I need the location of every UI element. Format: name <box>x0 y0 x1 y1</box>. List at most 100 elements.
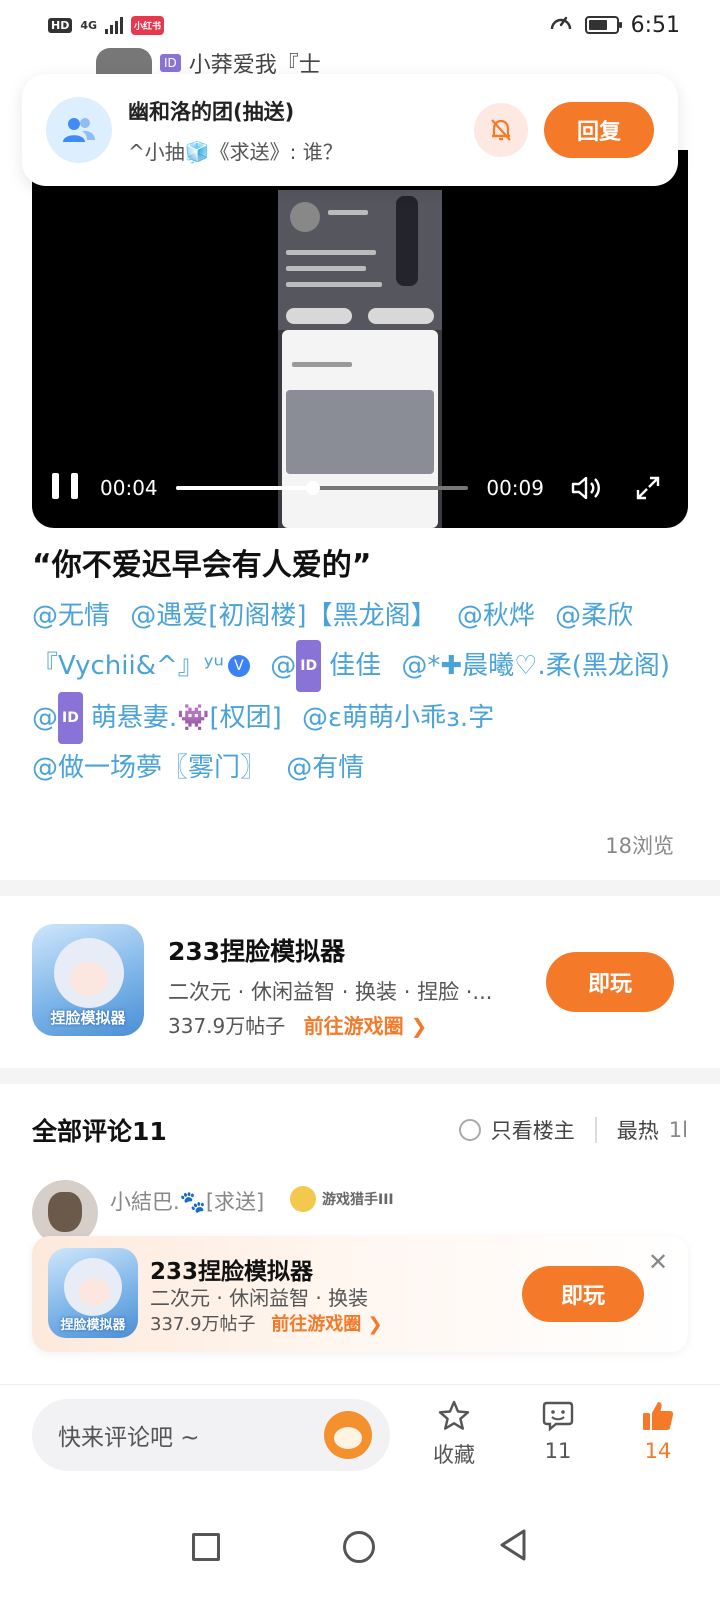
sort-truncated: 1l <box>668 1118 688 1142</box>
mention-text: 萌悬妻.👾[权团] <box>90 702 282 733</box>
banner-game-name: 233捏脸模拟器 <box>150 1259 314 1285</box>
mention-link[interactable]: @无情 <box>32 601 110 631</box>
like-count: 14 <box>644 1439 672 1463</box>
seek-handle[interactable] <box>306 481 321 495</box>
bottom-action-bar: 快来评论吧 ~ 收藏 11 14 <box>0 1384 720 1494</box>
mute-bell-icon[interactable] <box>474 103 528 157</box>
level-badge-icon <box>290 1186 316 1212</box>
pause-icon[interactable] <box>52 473 78 503</box>
game-post-count: 337.9万帖子 <box>168 1014 286 1038</box>
banner-circle-link[interactable]: 前往游戏圈 ❯ <box>271 1314 382 1335</box>
comment-bubble-icon <box>542 1401 574 1432</box>
status-left: HD 4G 小红书 <box>48 15 165 35</box>
volume-icon[interactable] <box>566 468 606 508</box>
fullscreen-icon[interactable] <box>628 468 668 508</box>
mention-text: @做一场夢〖雾门〗 <box>32 753 267 783</box>
mention-text: @秋烨 <box>456 601 535 631</box>
comment-filters: 只看楼主 最热 1l <box>458 1115 688 1145</box>
mention-text: @遇爱[初阁楼]【黑龙阁】 <box>130 601 437 631</box>
back-icon[interactable] <box>498 1528 528 1566</box>
video-duration: 00:09 <box>486 476 544 500</box>
comment-count-button[interactable]: 11 <box>518 1399 598 1463</box>
mention-link[interactable]: @有情 <box>286 753 364 783</box>
banner-play-button[interactable]: 即玩 <box>522 1266 644 1322</box>
comment-item[interactable]: 小結巴.🐾[求送] 游戏猎手III <box>32 1180 688 1246</box>
commenter-name[interactable]: 小結巴.🐾[求送] <box>110 1186 264 1216</box>
mention-text: @无情 <box>32 601 111 631</box>
notification-message: ^小抽🧊《求送》: 谁？ <box>128 139 343 164</box>
mention-text: 佳佳 <box>329 650 382 681</box>
mention-link[interactable]: 『Vychii&^』ʸᵘ V <box>32 651 250 681</box>
speed-icon <box>549 11 573 39</box>
post-title: “你不爱迟早会有人爱的” <box>32 548 372 583</box>
id-badge: ID <box>160 54 181 72</box>
mention-list: @无情 @遇爱[初阁楼]【黑龙阁】 @秋烨 @柔欣 『Vychii&^』ʸᵘ V … <box>32 592 692 792</box>
close-icon[interactable]: ✕ <box>646 1250 670 1274</box>
reply-button[interactable]: 回复 <box>544 102 654 158</box>
view-count: 18浏览 <box>605 834 674 858</box>
battery-icon <box>584 16 622 34</box>
mention-link[interactable]: @秋烨 <box>457 601 535 631</box>
mention-link[interactable]: @*✚晨曦♡.柔(黑龙阁) <box>401 651 670 681</box>
filter-divider <box>594 1117 597 1143</box>
comment-placeholder: 快来评论吧 ~ <box>58 1425 200 1451</box>
game-card[interactable]: 捏脸模拟器 233捏脸模拟器 二次元 · 休闲益智 · 换装 · 捏脸 ·...… <box>0 914 720 1068</box>
video-controls: 00:04 00:09 <box>32 448 688 528</box>
hd-indicator: HD <box>48 17 73 33</box>
mention-link[interactable]: @做一场夢〖雾门〗 <box>32 753 266 783</box>
game-banner[interactable]: 捏脸模拟器 233捏脸模拟器 二次元 · 休闲益智 · 换装 337.9万帖子 … <box>32 1236 688 1352</box>
banner-icon-label: 捏脸模拟器 <box>60 1318 126 1333</box>
only-owner-radio[interactable] <box>458 1119 481 1141</box>
comment-count: 11 <box>544 1439 572 1463</box>
commenter-level: 游戏猎手III <box>290 1186 394 1212</box>
video-seekbar[interactable] <box>175 481 469 495</box>
id-badge-icon: ID <box>58 692 83 744</box>
video-current-time: 00:04 <box>100 476 158 500</box>
game-icon[interactable]: 捏脸模拟器 <box>32 924 144 1036</box>
mention-link[interactable]: @ ID 萌悬妻.👾[权团] <box>32 692 282 744</box>
game-meta: 337.9万帖子 前往游戏圈 ❯ <box>168 1010 427 1039</box>
favorite-label: 收藏 <box>433 1443 475 1467</box>
video-player[interactable]: 00:04 00:09 <box>32 150 688 528</box>
mascot-emoji-icon[interactable] <box>324 1411 372 1459</box>
play-game-button[interactable]: 即玩 <box>546 952 674 1012</box>
notification-title: 幽和洛的团(抽送) <box>128 99 295 124</box>
post-detail-page: HD 4G 小红书 6:51 ID 小莽爱我『士 幽和洛的团(抽送) ^小抽🧊《… <box>0 0 720 1600</box>
mention-link[interactable]: @ ID 佳佳 <box>270 640 382 692</box>
banner-game-icon[interactable]: 捏脸模拟器 <box>48 1248 138 1338</box>
game-tags: 二次元 · 休闲益智 · 换装 · 捏脸 ·... <box>168 980 493 1004</box>
clock: 6:51 <box>630 12 680 38</box>
comments-title: 全部评论11 <box>32 1117 167 1146</box>
notification-text: 幽和洛的团(抽送) ^小抽🧊《求送》: 谁？ <box>128 96 474 165</box>
favorite-button[interactable]: 收藏 <box>414 1399 494 1469</box>
message-notification[interactable]: 幽和洛的团(抽送) ^小抽🧊《求送》: 谁？ 回复 <box>22 74 678 186</box>
game-circle-link[interactable]: 前往游戏圈 ❯ <box>304 1014 428 1038</box>
game-name: 233捏脸模拟器 <box>168 937 346 966</box>
mention-text: @柔欣 <box>555 601 634 631</box>
like-button[interactable]: 14 <box>618 1399 698 1463</box>
status-bar: HD 4G 小红书 6:51 <box>0 0 720 50</box>
mention-link[interactable]: @柔欣 <box>555 601 633 631</box>
home-icon[interactable] <box>342 1531 375 1563</box>
system-nav-bar <box>0 1494 720 1600</box>
mention-text: @ɛ萌萌小乖ɜ.字 <box>302 702 495 733</box>
section-divider <box>0 880 720 896</box>
id-badge-icon: ID <box>296 640 322 692</box>
recent-apps-icon[interactable] <box>191 1533 220 1561</box>
only-owner-label[interactable]: 只看楼主 <box>491 1115 575 1145</box>
signal-icon <box>105 16 124 34</box>
app-notification-icon: 小红书 <box>131 15 165 35</box>
sort-hot[interactable]: 最热 <box>617 1115 659 1145</box>
comment-input[interactable]: 快来评论吧 ~ <box>32 1399 390 1471</box>
banner-post-count: 337.9万帖子 <box>150 1314 256 1335</box>
network-type: 4G <box>80 18 98 32</box>
mention-prefix: @ <box>32 702 58 733</box>
mention-text: @有情 <box>286 753 365 783</box>
group-avatar-icon <box>46 97 112 163</box>
section-divider <box>0 1068 720 1084</box>
mention-link[interactable]: @遇爱[初阁楼]【黑龙阁】 <box>130 601 436 631</box>
star-icon <box>438 1400 470 1430</box>
mention-link[interactable]: @ɛ萌萌小乖ɜ.字 <box>302 703 494 733</box>
comments-header: 全部评论11 只看楼主 最热 1l <box>32 1108 688 1152</box>
level-label: 游戏猎手III <box>322 1192 394 1208</box>
